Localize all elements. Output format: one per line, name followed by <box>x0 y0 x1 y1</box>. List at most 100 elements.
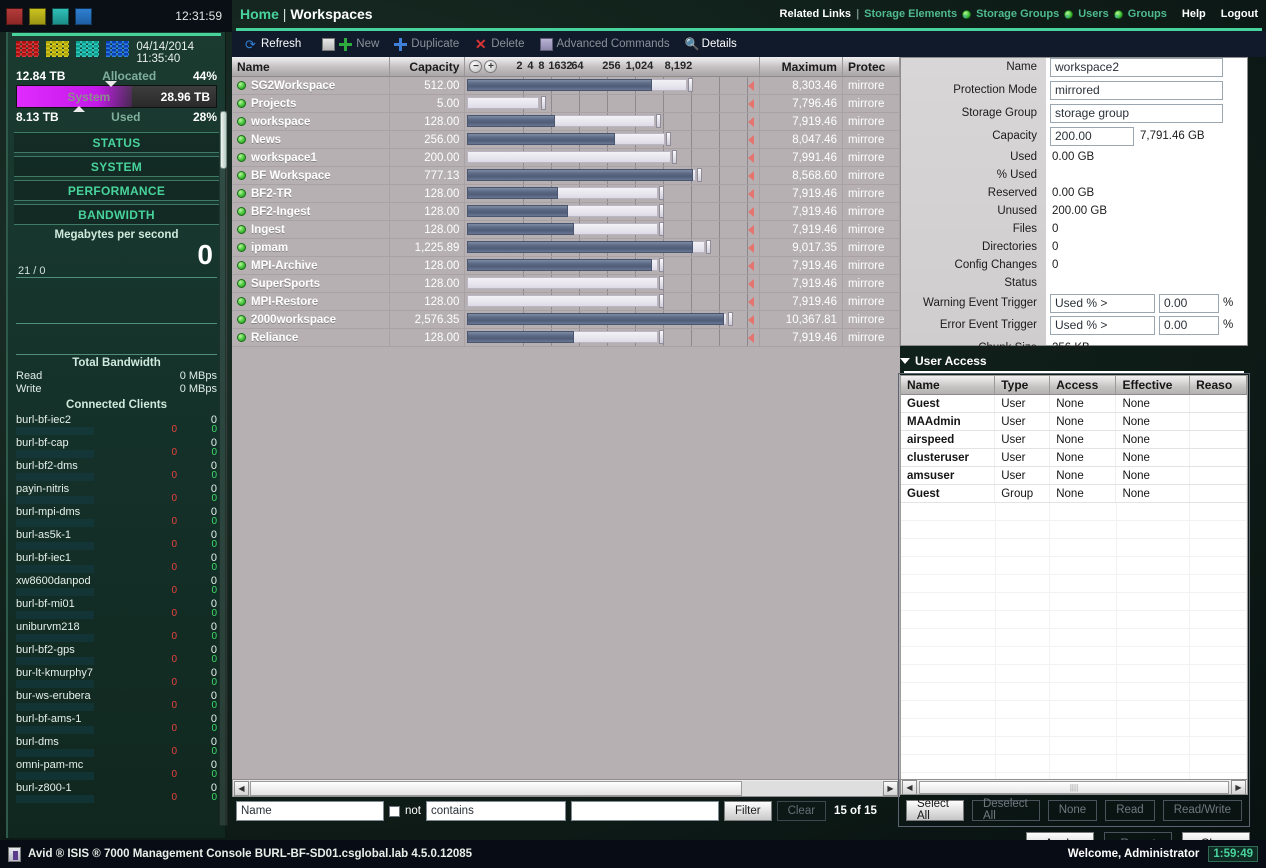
workspace-name: SG2Workspace <box>251 79 336 92</box>
workspace-name: Reliance <box>251 331 299 344</box>
user-access-row[interactable]: clusteruser User None None <box>901 449 1247 467</box>
row-capacity-bar <box>465 113 760 130</box>
client-name: burl-bf-iec1 <box>16 552 72 564</box>
new-button[interactable]: New <box>310 36 385 53</box>
table-row[interactable]: workspace 128.00 7,919.46 mirrore <box>232 113 900 131</box>
table-row[interactable]: Reliance 128.00 7,919.46 mirrore <box>232 329 900 347</box>
user-access-row[interactable]: airspeed User None None <box>901 431 1247 449</box>
client-name: omni-pam-mc <box>16 759 84 771</box>
scrollbar-thumb[interactable] <box>250 780 742 796</box>
ua-col-name[interactable]: Name <box>901 376 996 394</box>
user-access-header[interactable]: User Access <box>900 351 1248 371</box>
client-name: burl-bf-ams-1 <box>16 713 82 725</box>
access-button-read-write: Read/Write <box>1162 799 1242 821</box>
storage-group-select[interactable]: storage group <box>1050 103 1223 123</box>
advanced-commands-button[interactable]: Advanced Commands <box>534 36 676 53</box>
col-header-protection[interactable]: Protec <box>843 57 900 76</box>
table-row[interactable]: Ingest 128.00 7,919.46 mirrore <box>232 221 900 239</box>
user-access-row[interactable]: Guest Group None None <box>901 485 1247 503</box>
ua-scroll-left-icon[interactable]: ◀ <box>902 779 917 795</box>
error-condition-select[interactable]: Used % > <box>1050 315 1155 335</box>
table-row[interactable]: SG2Workspace 512.00 8,303.46 mirrore <box>232 77 900 95</box>
client-read: 0 <box>171 447 177 458</box>
user-access-row[interactable]: Guest User None None <box>901 395 1247 413</box>
warning-condition-select[interactable]: Used % > <box>1050 293 1155 313</box>
col-header-name[interactable]: Name <box>232 57 390 76</box>
table-row[interactable]: BF2-Ingest 128.00 7,919.46 mirrore <box>232 203 900 221</box>
ua-scrollbar-thumb[interactable]: |||| <box>919 780 1229 794</box>
table-row[interactable]: News 256.00 8,047.46 mirrore <box>232 131 900 149</box>
ua-scroll-right-icon[interactable]: ▶ <box>1231 779 1246 795</box>
warning-threshold-input[interactable]: 0.00 <box>1159 293 1219 313</box>
sidebar-scrollbar[interactable] <box>219 110 228 826</box>
sidebar-item-status[interactable]: STATUS <box>14 132 219 153</box>
scrollbar-track[interactable] <box>250 780 882 796</box>
filter-operator-input[interactable] <box>426 801 566 821</box>
protection-mode-select[interactable]: mirrored <box>1050 80 1223 100</box>
row-capacity-bar <box>465 167 760 184</box>
help-link[interactable]: Help <box>1182 8 1206 20</box>
table-row[interactable]: BF2-TR 128.00 7,919.46 mirrore <box>232 185 900 203</box>
table-row[interactable]: BF Workspace 777.13 8,568.60 mirrore <box>232 167 900 185</box>
duplicate-button[interactable]: Duplicate <box>388 36 465 53</box>
table-horizontal-scrollbar[interactable]: ◀ ▶ <box>232 779 900 797</box>
filter-term-input[interactable] <box>571 801 719 821</box>
link-storage-elements[interactable]: Storage Elements <box>864 8 957 20</box>
table-row[interactable]: MPI-Restore 128.00 7,919.46 mirrore <box>232 293 900 311</box>
read-label: Read <box>16 370 43 382</box>
workspace-maximum: 7,919.46 <box>792 277 837 290</box>
row-name-cell: Reliance <box>232 329 390 346</box>
ua-cell: airspeed <box>901 431 996 448</box>
row-capacity-bar <box>465 185 760 202</box>
filter-button[interactable]: Filter <box>724 801 772 821</box>
row-capacity-cell: 128.00 <box>390 329 466 346</box>
client-read: 0 <box>171 470 177 481</box>
client-read: 0 <box>171 562 177 573</box>
used-percent: 28% <box>192 110 217 124</box>
user-access-row[interactable]: amsuser User None None <box>901 467 1247 485</box>
row-name-cell: Projects <box>232 95 390 112</box>
capacity-marker <box>656 114 662 128</box>
user-access-row[interactable]: MAAdmin User None None <box>901 413 1247 431</box>
sidebar-scrollbar-thumb[interactable] <box>220 111 227 169</box>
details-button[interactable]: 🔍 Details <box>679 36 743 53</box>
table-row[interactable]: workspace1 200.00 7,991.46 mirrore <box>232 149 900 167</box>
user-access-scrollbar[interactable]: ◀ |||| ▶ <box>900 779 1248 795</box>
access-button-select-all[interactable]: Select All <box>906 798 964 822</box>
plus-blue-icon <box>394 37 408 51</box>
row-capacity-cell: 777.13 <box>390 167 466 184</box>
ua-col-effective[interactable]: Effective <box>1116 376 1191 394</box>
logout-link[interactable]: Logout <box>1221 8 1258 20</box>
sidebar-item-performance[interactable]: PERFORMANCE <box>14 180 219 201</box>
ua-col-type[interactable]: Type <box>995 376 1051 394</box>
capacity-input[interactable]: 200.00 <box>1050 126 1134 146</box>
workspace-maximum: 9,017.35 <box>792 241 837 254</box>
refresh-button[interactable]: ⟳ Refresh <box>238 36 307 53</box>
filter-field-input[interactable] <box>236 801 384 821</box>
unused-label: Unused <box>997 205 1037 217</box>
table-row[interactable]: Projects 5.00 7,796.46 mirrore <box>232 95 900 113</box>
table-row[interactable]: ipmam 1,225.89 9,017.35 mirrore <box>232 239 900 257</box>
sidebar-item-bandwidth[interactable]: BANDWIDTH <box>14 204 219 225</box>
scroll-left-arrow-icon[interactable]: ◀ <box>234 780 249 796</box>
table-row[interactable]: 2000workspace 2,576.35 10,367.81 mirrore <box>232 311 900 329</box>
sidebar-item-system[interactable]: SYSTEM <box>14 156 219 177</box>
row-protection-cell: mirrore <box>843 77 900 94</box>
col-header-capacity[interactable]: Capacity <box>390 57 466 76</box>
scroll-right-arrow-icon[interactable]: ▶ <box>883 780 898 796</box>
name-input[interactable]: workspace2 <box>1050 57 1223 77</box>
link-storage-groups[interactable]: Storage Groups <box>976 8 1059 20</box>
link-users[interactable]: Users <box>1078 8 1109 20</box>
table-row[interactable]: MPI-Archive 128.00 7,919.46 mirrore <box>232 257 900 275</box>
delete-button[interactable]: ✕ Delete <box>468 36 530 53</box>
filter-not-checkbox[interactable] <box>389 805 400 817</box>
status-dot-icon <box>237 171 246 180</box>
col-header-maximum[interactable]: Maximum <box>760 57 843 76</box>
row-capacity-cell: 5.00 <box>390 95 466 112</box>
breadcrumb-home[interactable]: Home <box>240 6 279 22</box>
link-groups[interactable]: Groups <box>1128 8 1167 20</box>
table-row[interactable]: SuperSports 128.00 7,919.46 mirrore <box>232 275 900 293</box>
ua-col-access[interactable]: Access <box>1050 376 1117 394</box>
error-threshold-input[interactable]: 0.00 <box>1159 315 1219 335</box>
ua-col-reason[interactable]: Reaso <box>1190 376 1247 394</box>
